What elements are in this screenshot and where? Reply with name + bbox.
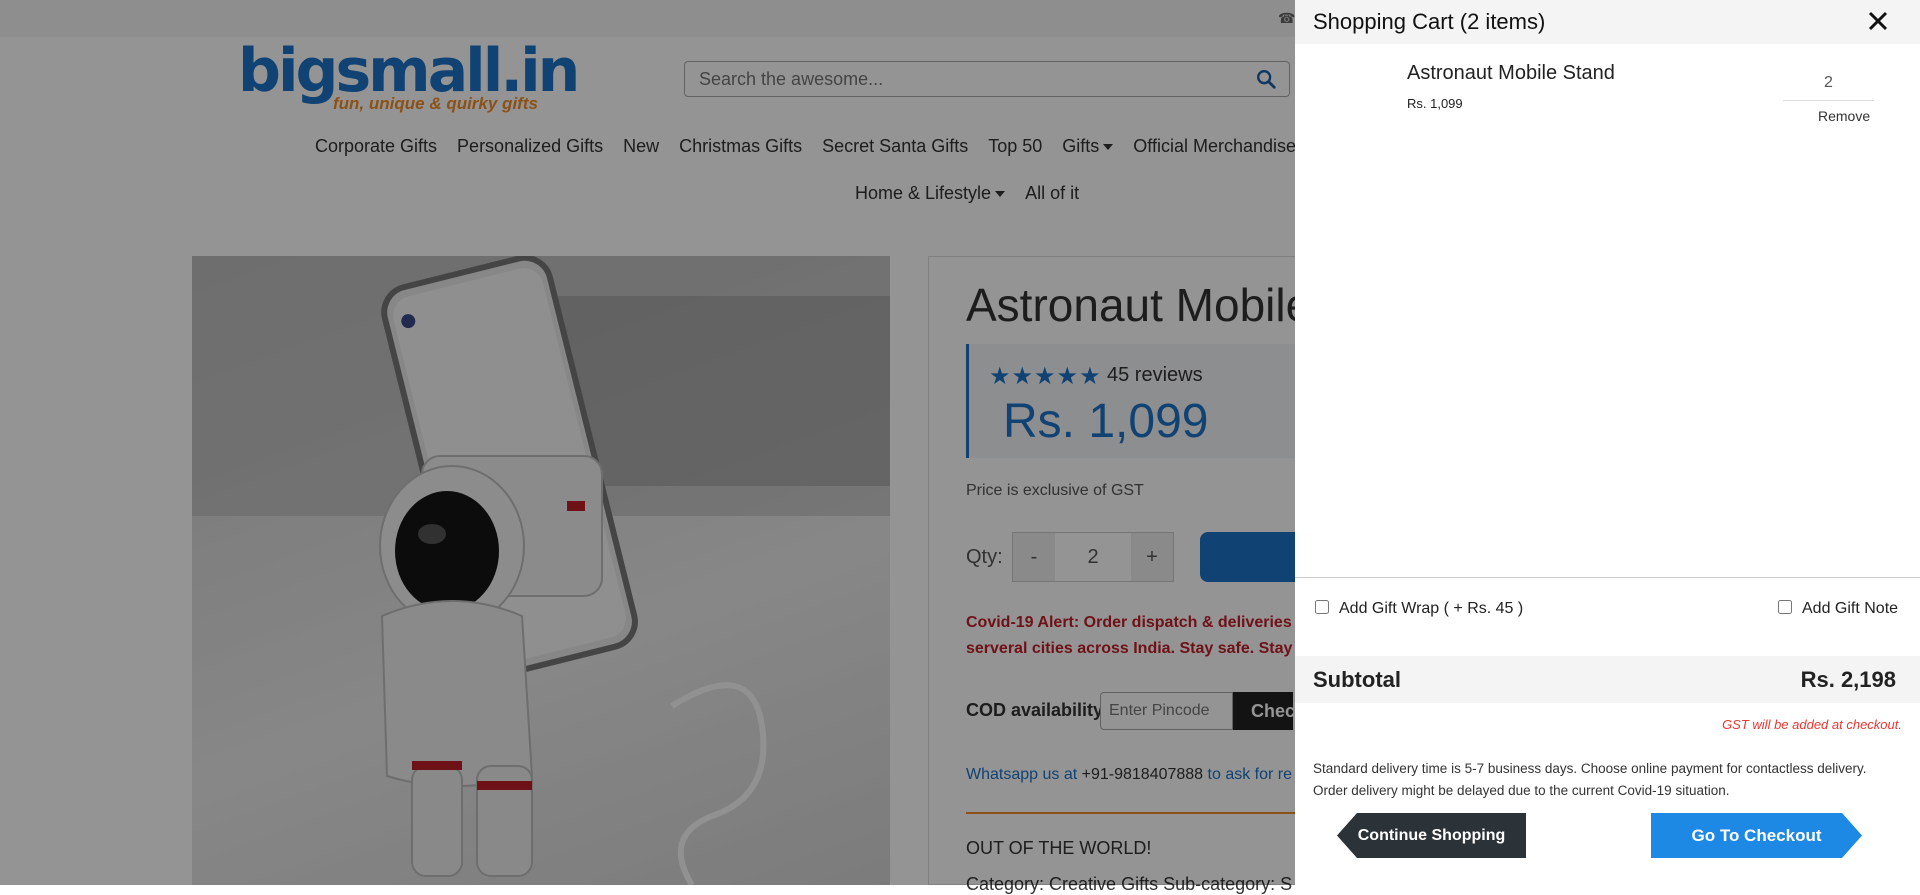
gift-note-label: Add Gift Note — [1802, 600, 1899, 617]
gift-wrap-checkbox[interactable] — [1315, 600, 1329, 614]
gift-wrap-label: Add Gift Wrap ( + Rs. 45 ) — [1339, 600, 1524, 617]
gst-checkout-note: GST will be added at checkout. — [1722, 717, 1902, 732]
cart-item-price: Rs. 1,099 — [1407, 96, 1463, 111]
remove-item-button[interactable]: Remove — [1818, 108, 1870, 124]
delivery-note: Standard delivery time is 5-7 business d… — [1313, 758, 1893, 802]
go-to-checkout-button[interactable]: Go To Checkout — [1651, 813, 1862, 858]
subtotal-bar: Subtotal Rs. 2,198 — [1295, 656, 1920, 703]
gift-wrap-option[interactable]: Add Gift Wrap ( + Rs. 45 ) — [1315, 600, 1523, 618]
subtotal-value: Rs. 2,198 — [1800, 667, 1896, 692]
page-overlay[interactable] — [0, 0, 1295, 885]
cart-item-qty-input[interactable] — [1783, 66, 1874, 101]
gift-note-checkbox[interactable] — [1778, 600, 1792, 614]
cart-header: Shopping Cart (2 items) — [1295, 0, 1920, 44]
subtotal-label: Subtotal — [1313, 667, 1401, 692]
cart-item-name[interactable]: Astronaut Mobile Stand — [1407, 62, 1615, 85]
close-icon[interactable] — [1866, 9, 1890, 33]
cart-drawer: Shopping Cart (2 items) Astronaut Mobile… — [1295, 0, 1920, 885]
gift-note-option[interactable]: Add Gift Note — [1778, 600, 1898, 618]
delivery-note-line-2: Order delivery might be delayed due to t… — [1313, 783, 1730, 798]
continue-shopping-button[interactable]: Continue Shopping — [1337, 813, 1526, 858]
cart-divider — [1295, 577, 1920, 578]
cart-title: Shopping Cart (2 items) — [1313, 9, 1546, 34]
delivery-note-line-1: Standard delivery time is 5-7 business d… — [1313, 761, 1867, 776]
